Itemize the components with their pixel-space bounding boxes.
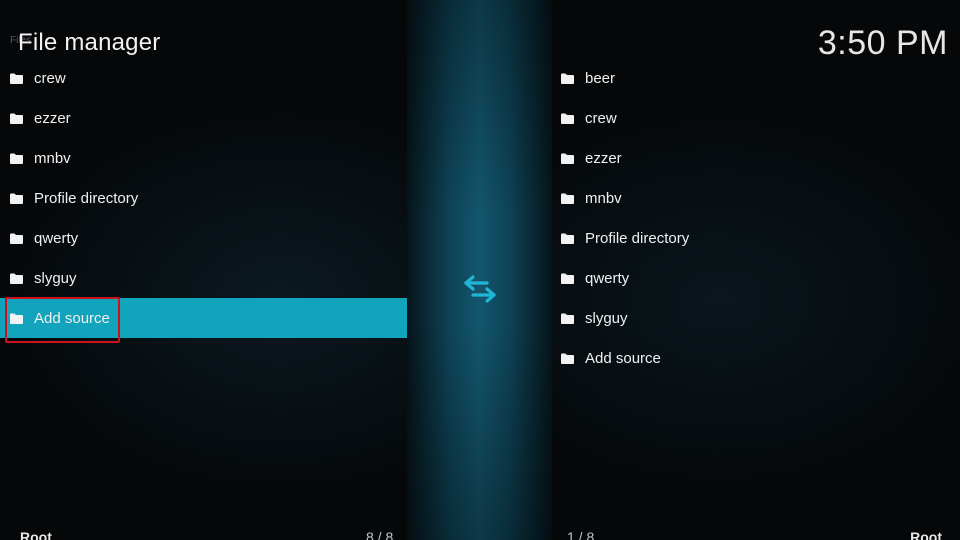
- folder-icon: [10, 313, 23, 324]
- right-item-add-source[interactable]: Add source: [552, 338, 960, 378]
- right-item-ezzer[interactable]: ezzer: [552, 138, 960, 178]
- swap-arrows-icon[interactable]: [463, 274, 497, 304]
- folder-icon: [561, 73, 574, 84]
- right-item-slyguy[interactable]: slyguy: [552, 298, 960, 338]
- file-manager-screen: Files File manager 3:50 PM crew ezzer mn…: [0, 0, 960, 540]
- folder-icon: [561, 313, 574, 324]
- list-item-label: Add source: [34, 309, 110, 327]
- list-item-label: slyguy: [34, 269, 77, 287]
- list-item-label: Add source: [585, 349, 661, 367]
- folder-icon: [561, 113, 574, 124]
- folder-icon: [561, 273, 574, 284]
- page-title: File manager: [18, 29, 161, 56]
- folder-icon: [10, 273, 23, 284]
- left-item-qwerty[interactable]: qwerty: [0, 218, 407, 258]
- list-item-label: Profile directory: [34, 189, 139, 207]
- list-item-label: qwerty: [585, 269, 630, 287]
- right-item-profile-directory[interactable]: Profile directory: [552, 218, 960, 258]
- list-item-label: beer: [585, 69, 616, 87]
- left-footer-path: Root: [20, 529, 52, 540]
- folder-icon: [561, 153, 574, 164]
- right-footer-path: Root: [910, 529, 942, 540]
- right-item-qwerty[interactable]: qwerty: [552, 258, 960, 298]
- left-item-slyguy[interactable]: slyguy: [0, 258, 407, 298]
- right-item-mnbv[interactable]: mnbv: [552, 178, 960, 218]
- list-item-label: crew: [34, 69, 66, 87]
- left-footer-count: 8 / 8: [366, 529, 394, 540]
- list-item-label: slyguy: [585, 309, 628, 327]
- folder-icon: [561, 353, 574, 364]
- left-item-mnbv[interactable]: mnbv: [0, 138, 407, 178]
- list-item-label: mnbv: [585, 189, 622, 207]
- right-item-crew[interactable]: crew: [552, 98, 960, 138]
- folder-icon: [10, 113, 23, 124]
- folder-icon: [561, 233, 574, 244]
- center-divider-column: [407, 0, 552, 540]
- list-item-label: qwerty: [34, 229, 79, 247]
- folder-icon: [10, 193, 23, 204]
- left-item-crew[interactable]: crew: [0, 58, 407, 98]
- left-pane-list: crew ezzer mnbv Profile directory qwerty…: [0, 58, 407, 338]
- list-item-label: ezzer: [585, 149, 622, 167]
- right-footer-count: 1 / 8: [567, 529, 595, 540]
- folder-icon: [10, 73, 23, 84]
- right-item-beer[interactable]: beer: [552, 58, 960, 98]
- list-item-label: Profile directory: [585, 229, 690, 247]
- list-item-label: mnbv: [34, 149, 71, 167]
- list-item-label: ezzer: [34, 109, 71, 127]
- left-item-ezzer[interactable]: ezzer: [0, 98, 407, 138]
- left-item-add-source[interactable]: Add source: [0, 298, 407, 338]
- list-item-label: crew: [585, 109, 617, 127]
- right-pane-list: beer crew ezzer mnbv Profile directory q…: [552, 58, 960, 378]
- folder-icon: [10, 233, 23, 244]
- left-item-profile-directory[interactable]: Profile directory: [0, 178, 407, 218]
- folder-icon: [561, 193, 574, 204]
- folder-icon: [10, 153, 23, 164]
